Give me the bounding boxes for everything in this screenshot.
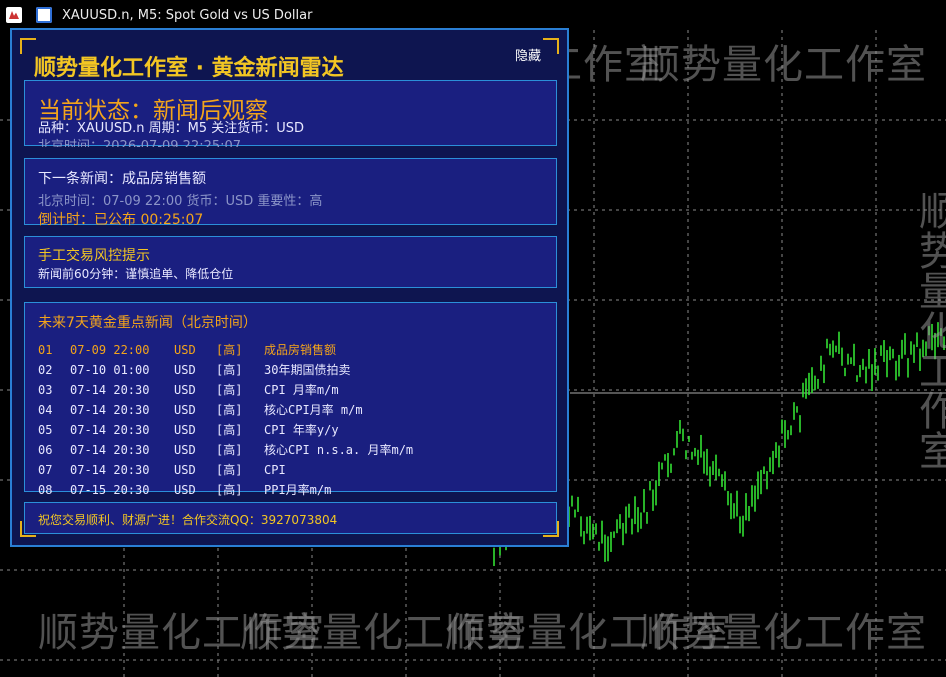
news-importance: [高] [216, 423, 243, 437]
next-news-info: 北京时间：07-09 22:00 货币：USD 重要性：高 [38, 194, 323, 209]
next-news-title: 下一条新闻：成品房销售额 [38, 171, 206, 187]
news-importance: [高] [216, 463, 243, 477]
hide-button[interactable]: 隐藏 [515, 45, 541, 64]
news-currency: USD [174, 443, 196, 457]
terminal-icon[interactable] [36, 7, 52, 23]
news-datetime: 07-14 20:30 [70, 443, 150, 457]
news-no: 08 [38, 483, 53, 497]
beijing-time: 北京时间：2026-07-09 22:25:07 [38, 139, 242, 147]
news-currency: USD [174, 363, 196, 377]
news-event: CPI 月率m/m [264, 383, 339, 397]
footer-box: 祝您交易顺利、财源广进！合作交流QQ：3927073804 [24, 502, 557, 534]
risk-box: 手工交易风控提示 新闻前60分钟：谨慎追单、降低仓位 [24, 236, 557, 288]
watermark-text: 顺势量化工作室 [640, 610, 927, 656]
news-event: CPI [264, 463, 286, 477]
news-event: 30年期国债拍卖 [264, 363, 351, 377]
panel-title: 顺势量化工作室 · 黄金新闻雷达 [34, 56, 344, 81]
news-row: 05 07-14 20:30 USD [高] CPI 年率y/y [38, 420, 413, 440]
news-event: 核心CPI月率 m/m [264, 403, 363, 417]
news-importance: [高] [216, 483, 243, 497]
news-row: 01 07-09 22:00 USD [高] 成品房销售额 [38, 340, 413, 360]
countdown: 倒计时：已公布 00:25:07 [38, 212, 204, 228]
news-currency: USD [174, 383, 196, 397]
risk-text: 新闻前60分钟：谨慎追单、降低仓位 [38, 267, 234, 281]
upcoming-news-box: 未来7天黄金重点新闻（北京时间） 01 07-09 22:00 USD [高] 成品房销… [24, 302, 557, 497]
news-importance: [高] [216, 403, 243, 417]
news-no: 04 [38, 403, 53, 417]
news-importance: [高] [216, 443, 243, 457]
status-box: 当前状态：新闻后观察 品种：XAUUSD.n 周期：M5 关注货币：USD 北京… [24, 80, 557, 147]
news-event: PPI月率m/m [264, 483, 332, 497]
watermark-text-vertical: 顺势量化工作室 [912, 190, 946, 470]
news-currency: USD [174, 463, 196, 477]
chart-type-icon[interactable] [6, 7, 22, 23]
news-row: 07 07-14 20:30 USD [高] CPI [38, 460, 413, 480]
next-news-box: 下一条新闻：成品房销售额 北京时间：07-09 22:00 货币：USD 重要性… [24, 158, 557, 228]
symbol-info: 品种：XAUUSD.n 周期：M5 关注货币：USD [38, 121, 304, 136]
news-datetime: 07-14 20:30 [70, 423, 150, 437]
news-datetime: 07-14 20:30 [70, 383, 150, 397]
news-currency: USD [174, 343, 196, 357]
news-no: 05 [38, 423, 53, 437]
upcoming-news-list: 01 07-09 22:00 USD [高] 成品房销售额 02 07-10 01:00 US… [38, 340, 413, 500]
news-datetime: 07-14 20:30 [70, 463, 150, 477]
news-row: 08 07-15 20:30 USD [高] PPI月率m/m [38, 480, 413, 500]
news-no: 01 [38, 343, 53, 357]
news-radar-panel: 顺势量化工作室 · 黄金新闻雷达 隐藏 当前状态：新闻后观察 品种：XAUUSD… [10, 28, 569, 547]
news-datetime: 07-15 20:30 [70, 483, 150, 497]
risk-title: 手工交易风控提示 [38, 248, 150, 264]
chart-title-bar: XAUUSD.n, M5: Spot Gold vs US Dollar [0, 0, 946, 30]
news-currency: USD [174, 403, 196, 417]
news-importance: [高] [216, 343, 243, 357]
news-no: 06 [38, 443, 53, 457]
news-no: 07 [38, 463, 53, 477]
upcoming-title: 未来7天黄金重点新闻（北京时间） [38, 315, 257, 331]
news-importance: [高] [216, 383, 243, 397]
news-row: 03 07-14 20:30 USD [高] CPI 月率m/m [38, 380, 413, 400]
footer-text: 祝您交易顺利、财源广进！合作交流QQ：3927073804 [38, 513, 338, 527]
news-datetime: 07-14 20:30 [70, 403, 150, 417]
news-datetime: 07-09 22:00 [70, 343, 150, 357]
news-currency: USD [174, 483, 196, 497]
corner-decoration [543, 38, 559, 54]
news-row: 06 07-14 20:30 USD [高] 核心CPI n.s.a. 月率m/m [38, 440, 413, 460]
news-importance: [高] [216, 363, 243, 377]
news-datetime: 07-10 01:00 [70, 363, 150, 377]
news-event: 核心CPI n.s.a. 月率m/m [264, 443, 414, 457]
news-no: 02 [38, 363, 53, 377]
news-no: 03 [38, 383, 53, 397]
news-event: 成品房销售额 [264, 343, 337, 357]
news-currency: USD [174, 423, 196, 437]
news-event: CPI 年率y/y [264, 423, 339, 437]
news-row: 02 07-10 01:00 USD [高] 30年期国债拍卖 [38, 360, 413, 380]
watermark-text: 顺势量化工作室 [640, 42, 927, 88]
news-row: 04 07-14 20:30 USD [高] 核心CPI月率 m/m [38, 400, 413, 420]
chart-title: XAUUSD.n, M5: Spot Gold vs US Dollar [62, 7, 313, 23]
